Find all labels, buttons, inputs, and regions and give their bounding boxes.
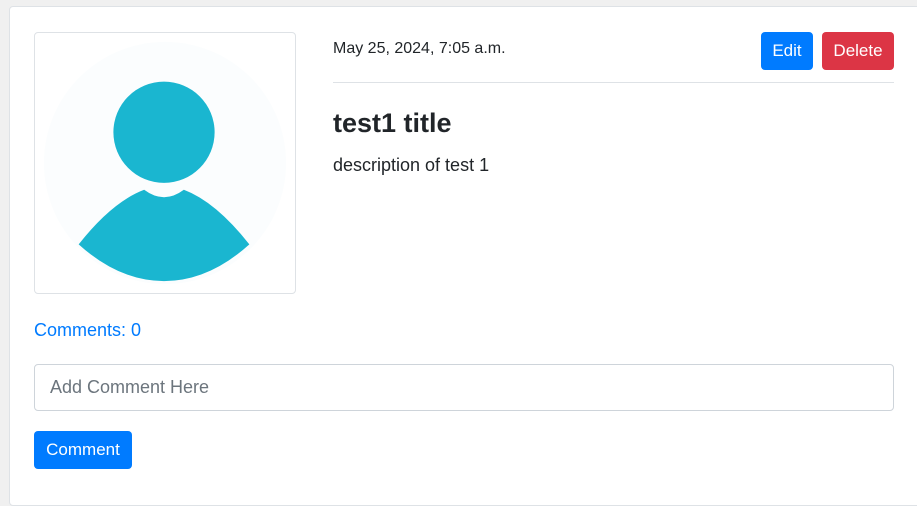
comments-count-link[interactable]: Comments: 0: [34, 318, 141, 342]
delete-button[interactable]: Delete: [822, 32, 894, 70]
post-description: description of test 1: [333, 155, 490, 175]
header-divider: [333, 82, 894, 83]
post-date: May 25, 2024, 7:05 a.m.: [333, 40, 506, 57]
edit-button[interactable]: Edit: [761, 32, 813, 70]
comment-submit-button[interactable]: Comment: [34, 431, 132, 469]
comment-input[interactable]: [34, 364, 894, 411]
avatar: [34, 32, 296, 294]
user-avatar-icon: [43, 41, 287, 285]
post-title: test1 title: [333, 108, 452, 138]
